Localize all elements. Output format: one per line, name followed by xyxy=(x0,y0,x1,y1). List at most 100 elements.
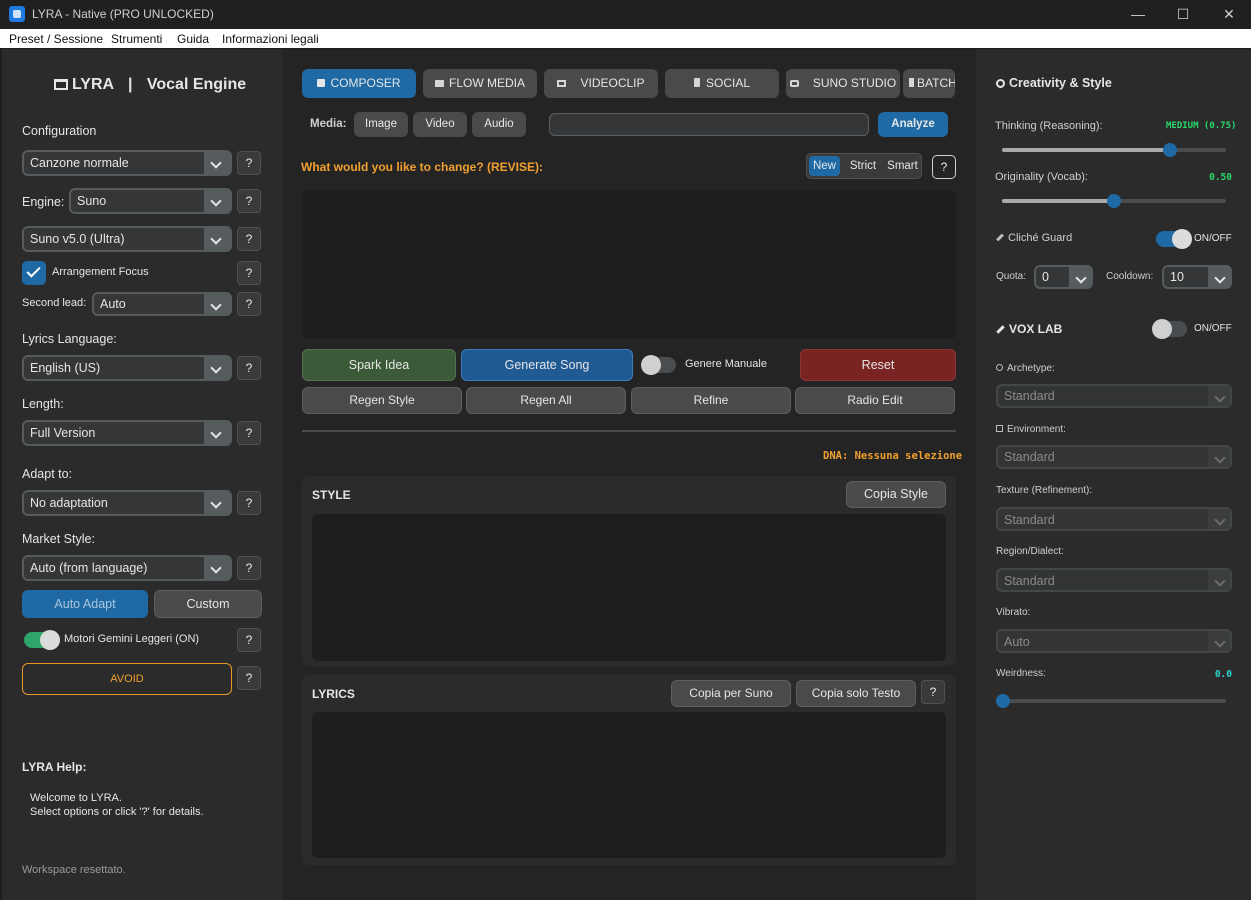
title-bar: LYRA - Native (PRO UNLOCKED) — ☐ ✕ xyxy=(0,0,1251,29)
avoid-help-button[interactable]: ? xyxy=(237,666,261,690)
genre-manual-toggle[interactable] xyxy=(641,355,676,375)
gemini-help-button[interactable]: ? xyxy=(237,628,261,652)
thinking-slider[interactable] xyxy=(1002,143,1226,157)
divider xyxy=(302,430,956,432)
lyrics-help-button[interactable]: ? xyxy=(921,680,945,704)
cooldown-select[interactable]: 10 xyxy=(1162,265,1232,289)
menu-preset-sessione[interactable]: Preset / Sessione xyxy=(9,32,103,46)
generate-song-button[interactable]: Generate Song xyxy=(461,349,633,381)
region-label: Region/Dialect: xyxy=(996,546,1064,557)
second-lead-help-button[interactable]: ? xyxy=(237,292,261,316)
tab-batch[interactable]: BATCH xyxy=(903,69,955,98)
lyrics-textarea[interactable] xyxy=(312,712,946,858)
media-image-button[interactable]: Image xyxy=(354,112,408,137)
quota-select[interactable]: 0 xyxy=(1034,265,1093,289)
auto-adapt-button[interactable]: Auto Adapt xyxy=(22,590,148,618)
media-label: Media: xyxy=(310,118,347,130)
check-icon xyxy=(26,263,41,278)
radio-edit-button[interactable]: Radio Edit xyxy=(795,387,955,414)
region-select[interactable]: Standard xyxy=(996,568,1232,592)
regen-style-button[interactable]: Regen Style xyxy=(302,387,462,414)
tab-flow-media-label: FLOW MEDIA xyxy=(448,76,525,90)
thinking-label: Thinking (Reasoning): xyxy=(995,120,1103,132)
archetype-select[interactable]: Standard xyxy=(996,384,1232,408)
arrangement-focus-checkbox[interactable] xyxy=(22,261,46,285)
copy-style-button[interactable]: Copia Style xyxy=(846,481,946,508)
engine-value: Suno xyxy=(77,194,107,208)
chevron-down-icon xyxy=(204,422,230,444)
media-audio-button[interactable]: Audio xyxy=(472,112,526,137)
minimize-button[interactable]: — xyxy=(1126,4,1150,24)
analyze-button[interactable]: Analyze xyxy=(878,112,948,137)
regen-all-button[interactable]: Regen All xyxy=(466,387,626,414)
maximize-button[interactable]: ☐ xyxy=(1171,4,1195,24)
model-help-button[interactable]: ? xyxy=(237,227,261,251)
revise-textarea[interactable] xyxy=(302,190,956,339)
slider-knob[interactable] xyxy=(1107,194,1121,208)
adapt-select[interactable]: No adaptation xyxy=(22,490,232,516)
close-button[interactable]: ✕ xyxy=(1217,4,1241,24)
mode-strict-button[interactable]: Strict xyxy=(845,156,881,176)
menu-guida[interactable]: Guida xyxy=(177,32,209,46)
cliche-guard-toggle[interactable] xyxy=(1156,229,1192,249)
tab-suno-studio[interactable]: SUNO STUDIO xyxy=(786,69,900,98)
market-help-button[interactable]: ? xyxy=(237,556,261,580)
chevron-down-icon xyxy=(1208,447,1230,467)
arrangement-help-button[interactable]: ? xyxy=(237,261,261,285)
weirdness-label: Weirdness: xyxy=(996,668,1046,679)
copy-for-suno-button[interactable]: Copia per Suno xyxy=(671,680,791,707)
song-type-select[interactable]: Canzone normale xyxy=(22,150,232,176)
environment-select[interactable]: Standard xyxy=(996,445,1232,469)
avoid-button[interactable]: AVOID xyxy=(22,663,232,695)
menu-informazioni-legali[interactable]: Informazioni legali xyxy=(222,32,319,46)
lyrics-language-select[interactable]: English (US) xyxy=(22,355,232,381)
length-select[interactable]: Full Version xyxy=(22,420,232,446)
region-value: Standard xyxy=(1004,574,1055,588)
media-video-button[interactable]: Video xyxy=(413,112,467,137)
vibrato-select[interactable]: Auto xyxy=(996,629,1232,653)
length-value: Full Version xyxy=(30,426,96,440)
tab-flow-media[interactable]: FLOW MEDIA xyxy=(423,69,537,98)
archetype-label: Archetype: xyxy=(996,363,1055,374)
revise-help-button[interactable]: ? xyxy=(932,155,956,179)
slider-knob[interactable] xyxy=(996,694,1010,708)
revise-label: What would you like to change? (REVISE): xyxy=(301,160,544,174)
adapt-help-button[interactable]: ? xyxy=(237,491,261,515)
originality-slider[interactable] xyxy=(1002,194,1226,208)
media-path-input[interactable] xyxy=(549,113,869,136)
reset-button[interactable]: Reset xyxy=(800,349,956,381)
style-textarea[interactable] xyxy=(312,514,946,661)
vox-lab-toggle[interactable] xyxy=(1152,319,1187,339)
help-title: LYRA Help: xyxy=(22,760,87,774)
weirdness-slider[interactable] xyxy=(996,694,1226,708)
adapt-label: Adapt to: xyxy=(22,467,73,481)
chevron-down-icon xyxy=(1208,570,1230,590)
copy-text-only-button[interactable]: Copia solo Testo xyxy=(796,680,916,707)
archetype-label-text: Archetype: xyxy=(1007,363,1055,374)
tab-videoclip-label: VIDEOCLIP xyxy=(580,76,645,90)
cliche-guard-label: Cliché Guard xyxy=(996,232,1072,244)
tab-composer[interactable]: COMPOSER xyxy=(302,69,416,98)
length-help-button[interactable]: ? xyxy=(237,421,261,445)
language-help-button[interactable]: ? xyxy=(237,356,261,380)
spark-idea-button[interactable]: Spark Idea xyxy=(302,349,456,381)
menu-bar: Preset / Sessione Strumenti Guida Inform… xyxy=(0,29,1251,48)
tab-videoclip[interactable]: VIDEOCLIP xyxy=(544,69,658,98)
refine-button[interactable]: Refine xyxy=(631,387,791,414)
gemini-toggle[interactable] xyxy=(24,630,60,650)
engine-select[interactable]: Suno xyxy=(69,188,232,214)
mode-new-button[interactable]: New xyxy=(809,156,840,176)
custom-button[interactable]: Custom xyxy=(154,590,262,618)
mode-smart-button[interactable]: Smart xyxy=(884,156,921,176)
tab-social[interactable]: SOCIAL xyxy=(665,69,779,98)
model-select[interactable]: Suno v5.0 (Ultra) xyxy=(22,226,232,252)
engine-help-button[interactable]: ? xyxy=(237,189,261,213)
camera-icon xyxy=(789,80,799,87)
slider-knob[interactable] xyxy=(1163,143,1177,157)
song-type-help-button[interactable]: ? xyxy=(237,151,261,175)
cooldown-label: Cooldown: xyxy=(1106,271,1154,282)
menu-strumenti[interactable]: Strumenti xyxy=(111,32,162,46)
market-style-select[interactable]: Auto (from language) xyxy=(22,555,232,581)
second-lead-select[interactable]: Auto xyxy=(92,292,232,316)
texture-select[interactable]: Standard xyxy=(996,507,1232,531)
